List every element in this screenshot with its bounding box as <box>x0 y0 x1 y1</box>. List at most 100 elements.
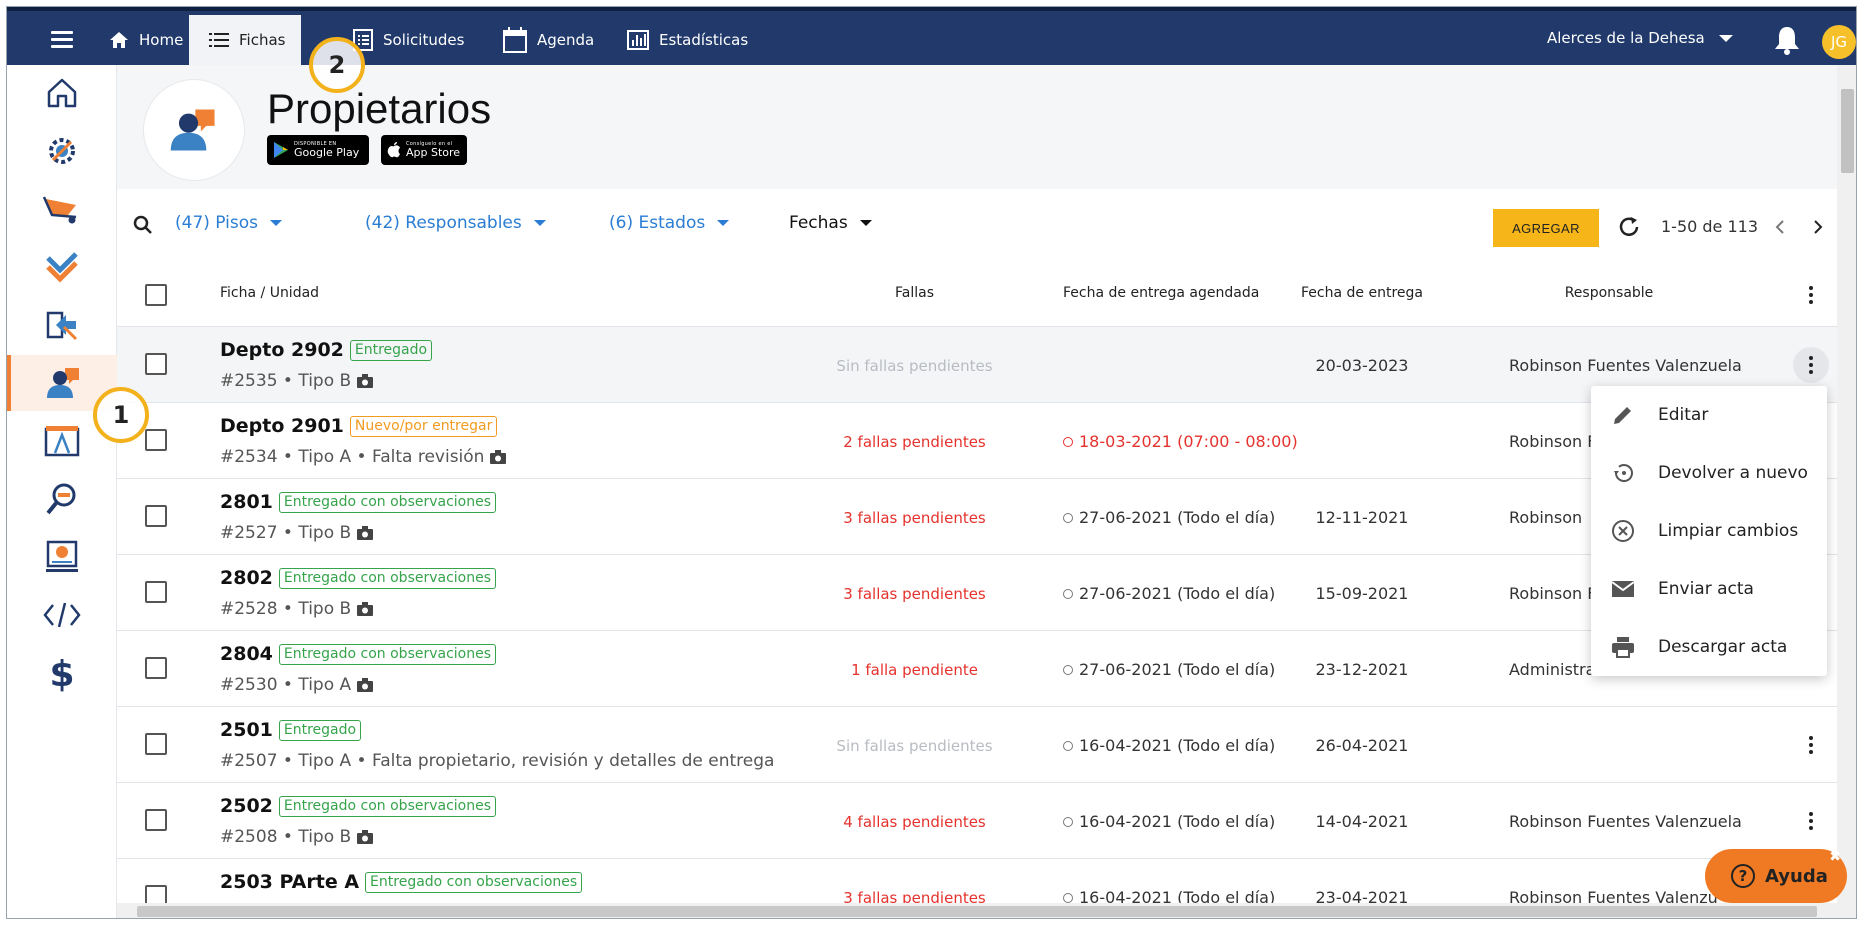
search-icon[interactable] <box>133 215 153 235</box>
fallas-status[interactable]: 3 fallas pendientes <box>797 585 1032 603</box>
menu-item-limpiar[interactable]: Limpiar cambios <box>1591 502 1827 560</box>
sidebar-item-home[interactable] <box>7 65 117 121</box>
unit-title[interactable]: 2801 Entregado con observaciones <box>220 491 497 513</box>
menu-item-enviar[interactable]: Enviar acta <box>1591 560 1827 618</box>
table-row[interactable]: 2501 Entregado #2507 • Tipo A • Falta prop… <box>117 707 1837 783</box>
chevron-down-icon <box>859 220 872 226</box>
user-avatar[interactable]: JG <box>1822 25 1856 59</box>
filter-responsables[interactable]: (42) Responsables <box>365 213 546 233</box>
refresh-icon[interactable] <box>1617 215 1641 239</box>
column-header-fallas[interactable]: Fallas <box>797 285 1032 301</box>
unit-subtitle-text: #2528 • Tipo B <box>220 599 352 619</box>
unit-title[interactable]: 2502 Entregado con observaciones <box>220 795 497 817</box>
unit-title[interactable]: 2501 Entregado <box>220 719 362 741</box>
unit-subtitle-text: #2530 • Tipo A <box>220 675 352 695</box>
unit-title[interactable]: Depto 2902 Entregado <box>220 339 433 361</box>
filter-pisos-label: (47) Pisos <box>175 213 259 233</box>
fallas-status[interactable]: 4 fallas pendientes <box>797 813 1032 831</box>
row-menu-icon[interactable] <box>1793 347 1829 383</box>
column-header-entrega[interactable]: Fecha de entrega <box>1282 285 1442 301</box>
nav-home[interactable]: Home <box>109 15 183 65</box>
unit-title[interactable]: 2804 Entregado con observaciones <box>220 643 497 665</box>
scheduled-date-text: 27-06-2021 (Todo el día) <box>1079 508 1276 527</box>
filter-bar: (47) Pisos (42) Responsables (6) Estados… <box>117 189 1837 253</box>
nav-fichas[interactable]: Fichas <box>189 15 302 65</box>
nav-estadisticas[interactable]: Estadísticas <box>627 15 748 65</box>
fallas-status[interactable]: 3 fallas pendientes <box>797 509 1032 527</box>
filter-estados[interactable]: (6) Estados <box>609 213 730 233</box>
filter-fechas-label: Fechas <box>789 213 848 233</box>
hamburger-menu-icon[interactable] <box>51 31 73 48</box>
camera-icon <box>357 830 374 844</box>
row-checkbox[interactable] <box>145 429 167 451</box>
responsible-name: Robinson <box>1509 508 1583 527</box>
sidebar-item-quality[interactable] <box>7 239 117 295</box>
row-checkbox[interactable] <box>145 505 167 527</box>
table-row[interactable]: 2804 Entregado con observaciones #2530 • T… <box>117 631 1837 707</box>
nav-agenda[interactable]: Agenda <box>503 15 594 65</box>
column-header-responsable[interactable]: Responsable <box>1509 285 1709 301</box>
table-row[interactable]: 2801 Entregado con observaciones #2527 • T… <box>117 479 1837 555</box>
sidebar-item-developer[interactable] <box>7 587 117 643</box>
help-button[interactable]: ? Ayuda ✖ <box>1705 849 1847 903</box>
menu-item-descargar[interactable]: Descargar acta <box>1591 618 1827 676</box>
menu-item-devolver[interactable]: Devolver a nuevo <box>1591 444 1827 502</box>
row-checkbox[interactable] <box>145 733 167 755</box>
table-row[interactable]: 2802 Entregado con observaciones #2528 • T… <box>117 555 1837 631</box>
bell-icon[interactable] <box>1773 25 1801 55</box>
sidebar-item-settings[interactable] <box>7 123 117 179</box>
scheduled-date: 27-06-2021 (Todo el día) <box>1063 508 1275 527</box>
horizontal-scroll-thumb[interactable] <box>137 906 1817 917</box>
row-checkbox[interactable] <box>145 809 167 831</box>
unit-title[interactable]: 2802 Entregado con observaciones <box>220 567 497 589</box>
delivery-date: 12-11-2021 <box>1315 508 1409 527</box>
column-header-agendada[interactable]: Fecha de entrega agendada <box>1063 285 1259 301</box>
filter-pisos[interactable]: (47) Pisos <box>175 213 283 233</box>
menu-item-descargar-label: Descargar acta <box>1658 637 1788 657</box>
menu-item-editar[interactable]: Editar <box>1591 386 1827 444</box>
table-row[interactable]: Depto 2902 Entregado #2535 • Tipo B Sin fal… <box>117 327 1837 403</box>
row-menu-icon[interactable] <box>1793 727 1829 763</box>
table-row[interactable]: Depto 2901 Nuevo/por entregar #2534 • Tipo… <box>117 403 1837 479</box>
add-button[interactable]: AGREGAR <box>1493 209 1599 247</box>
table-row[interactable]: 2502 Entregado con observaciones #2508 • T… <box>117 783 1837 859</box>
responsible-name: Robinson Fuentes Valenzuela <box>1509 812 1742 831</box>
row-menu-icon[interactable] <box>1793 803 1829 839</box>
fallas-status[interactable]: Sin fallas pendientes <box>797 357 1032 375</box>
sidebar-item-payments[interactable]: $ <box>7 645 117 701</box>
menu-item-limpiar-label: Limpiar cambios <box>1658 521 1799 541</box>
columns-menu-icon[interactable] <box>1793 277 1829 313</box>
row-checkbox[interactable] <box>145 353 167 375</box>
close-icon[interactable]: ✖ <box>1829 849 1841 865</box>
filter-fechas[interactable]: Fechas <box>789 213 872 233</box>
fallas-status[interactable]: 1 falla pendiente <box>797 661 1032 679</box>
unit-title[interactable]: Depto 2901 Nuevo/por entregar <box>220 415 498 437</box>
scheduled-date-text: 27-06-2021 (Todo el día) <box>1079 660 1276 679</box>
nav-solicitudes[interactable]: Solicitudes <box>353 15 464 65</box>
row-context-menu: Editar Devolver a nuevo Limpiar cambios … <box>1591 386 1827 676</box>
row-checkbox[interactable] <box>145 581 167 603</box>
horizontal-scrollbar[interactable] <box>117 903 1837 918</box>
fallas-status[interactable]: 2 fallas pendientes <box>797 433 1032 451</box>
status-badge: Entregado <box>278 719 362 741</box>
chevron-right-icon[interactable] <box>1811 219 1825 235</box>
sidebar-item-billing[interactable] <box>7 529 117 585</box>
row-checkbox[interactable] <box>145 657 167 679</box>
vertical-scrollbar[interactable] <box>1837 65 1856 918</box>
google-play-badge[interactable]: DISPONIBLE EN Google Play <box>267 135 369 165</box>
clock-icon <box>1063 436 1073 447</box>
app-store-badge[interactable]: Consíguelo en el App Store <box>381 135 467 165</box>
sidebar-item-inspection[interactable] <box>7 471 117 527</box>
chevron-down-icon <box>533 220 546 226</box>
vertical-scroll-thumb[interactable] <box>1841 89 1854 173</box>
unit-title[interactable]: 2503 PArte A Entregado con observaciones <box>220 871 583 893</box>
select-all-checkbox[interactable] <box>145 284 167 306</box>
fallas-status[interactable]: Sin fallas pendientes <box>797 737 1032 755</box>
nav-solicitudes-label: Solicitudes <box>383 31 465 49</box>
organization-selector[interactable]: Alerces de la Dehesa <box>1547 29 1733 47</box>
sidebar-item-works[interactable] <box>7 181 117 237</box>
camera-icon <box>490 450 507 464</box>
sidebar-item-delivery[interactable] <box>7 297 117 353</box>
chevron-left-icon[interactable] <box>1773 219 1787 235</box>
column-header-unit[interactable]: Ficha / Unidad <box>220 285 319 301</box>
